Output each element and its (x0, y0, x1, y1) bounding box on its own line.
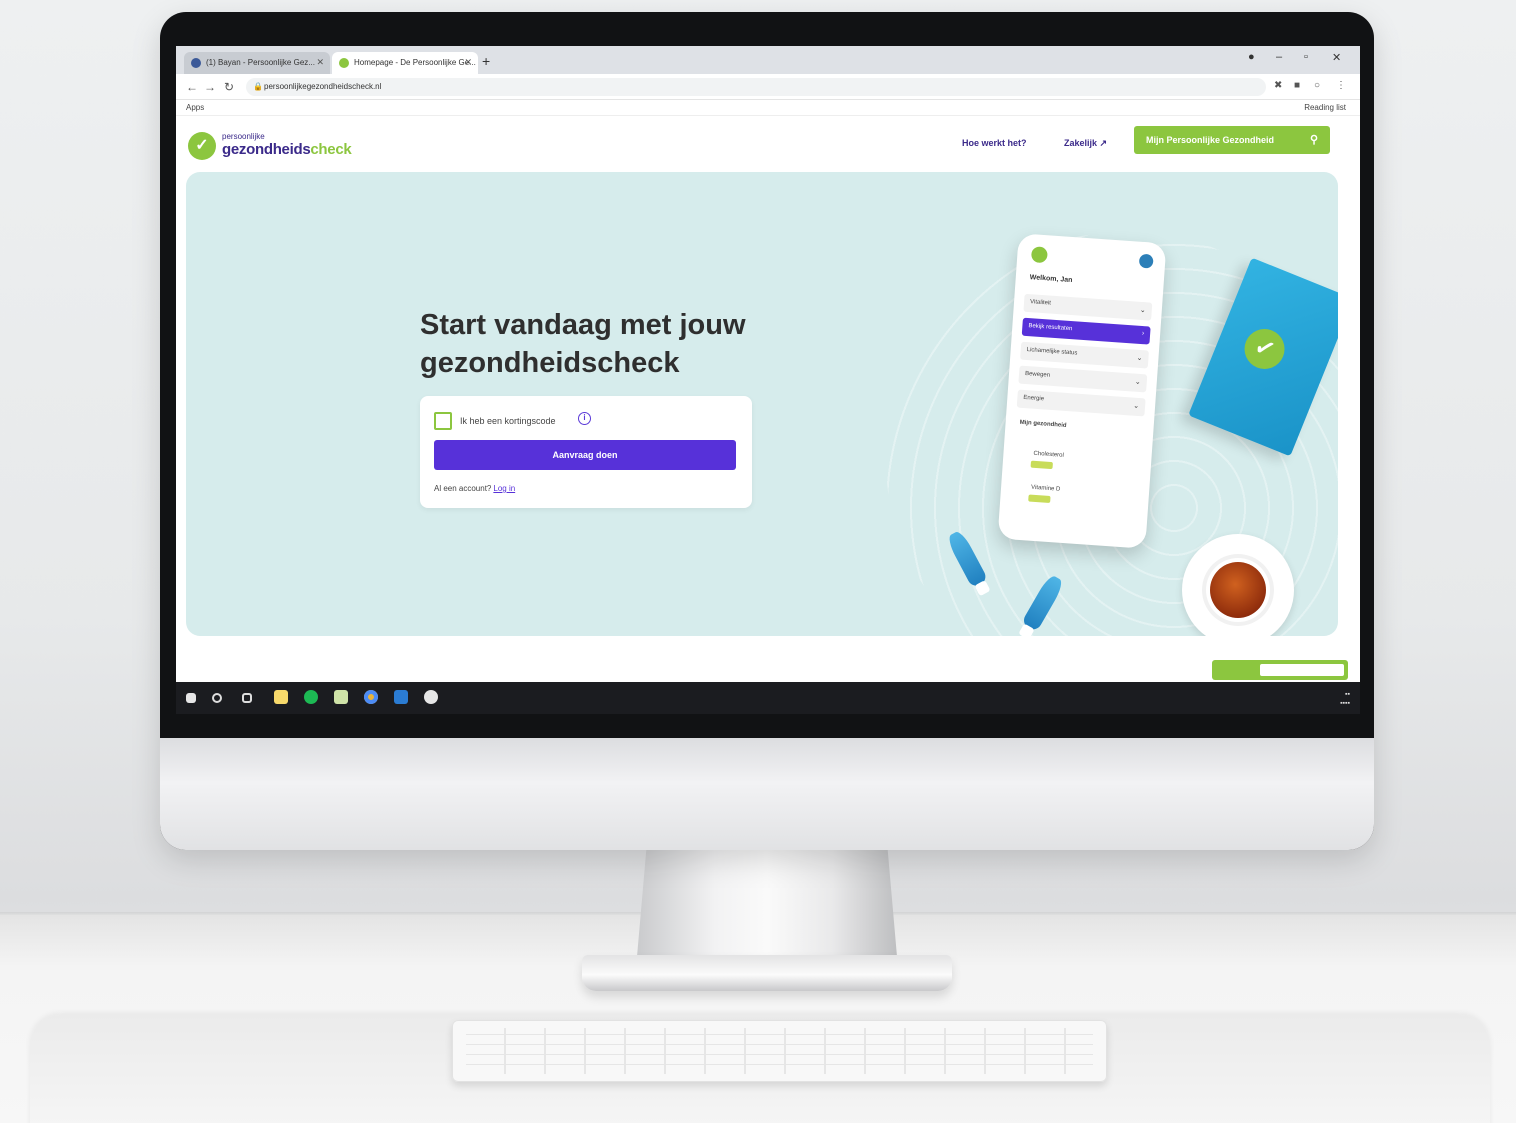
nav-link-business-label: Zakelijk (1064, 138, 1098, 148)
hero-headline-line-1: Start vandaag met jouw (420, 309, 746, 341)
chevron-right-icon: › (1141, 330, 1145, 338)
browser-tab-1[interactable]: (1) Bayan - Persoonlijke Gez... ✕ (184, 52, 330, 74)
account-prompt: Al een account? Log in (434, 484, 515, 493)
site-header: ✓ persoonlijke gezondheidscheck Hoe werk… (176, 116, 1360, 170)
cookie-widget[interactable] (1212, 660, 1348, 680)
close-window-icon[interactable]: ✕ (1332, 51, 1341, 64)
keyboard (452, 1020, 1107, 1082)
phone-row: Bewegen ⌄ (1018, 365, 1148, 393)
browser-toolbar: ← → ↻ 🔒 persoonlijkegezondheidscheck.nl … (176, 74, 1360, 100)
keyboard-keys (466, 1028, 1093, 1074)
reading-list[interactable]: Reading list (1304, 103, 1346, 112)
app-icon[interactable] (334, 690, 348, 704)
phone-welcome-title: Welkom, Jan (1029, 274, 1073, 285)
phone-mockup: Welkom, Jan Vitaliteit ⌄ Bekijk resultate… (997, 233, 1167, 549)
app-icon[interactable] (424, 690, 438, 704)
tab-favicon-icon (191, 58, 201, 68)
user-icon: ⚲ (1309, 134, 1318, 146)
nav-link-how-it-works[interactable]: Hoe werkt het? (962, 138, 1027, 148)
close-icon[interactable]: ✕ (316, 57, 324, 68)
back-icon[interactable]: ← (186, 80, 198, 94)
windows-start-icon[interactable] (186, 693, 196, 703)
task-view-icon[interactable] (242, 693, 252, 703)
hero-headline: Start vandaag met jouw gezondheidscheck (420, 306, 840, 382)
chevron-down-icon: ⌄ (1134, 378, 1141, 387)
discount-code-label[interactable]: Ik heb een kortingscode (460, 416, 556, 426)
outlook-icon[interactable] (394, 690, 408, 704)
browser-tab-2[interactable]: Homepage - De Persoonlijke Ge... ✕ (332, 52, 478, 74)
extension-icon[interactable]: ○ (1314, 80, 1320, 91)
chevron-down-icon: ⌄ (1139, 306, 1146, 315)
discount-code-checkbox[interactable] (434, 412, 452, 430)
extension-icon[interactable]: ✖ (1274, 80, 1282, 91)
address-bar[interactable]: 🔒 persoonlijkegezondheidscheck.nl (246, 78, 1266, 96)
browser-tab-bar: (1) Bayan - Persoonlijke Gez... ✕ Homepa… (176, 46, 1360, 74)
monitor-screen: (1) Bayan - Persoonlijke Gez... ✕ Homepa… (176, 46, 1360, 714)
maximize-icon[interactable]: ▫ (1304, 51, 1308, 63)
nav-link-business[interactable]: Zakelijk ↗ (1064, 138, 1107, 149)
reload-icon[interactable]: ↻ (224, 80, 234, 94)
external-link-icon: ↗ (1099, 138, 1108, 148)
phone-row-label: Bewegen (1024, 370, 1051, 379)
file-explorer-icon[interactable] (274, 690, 288, 704)
order-form-card: Ik heb een kortingscode i Aanvraag doen … (420, 396, 752, 508)
phone-row-label: Vitaliteit (1029, 299, 1052, 307)
chevron-down-icon: ⌄ (1132, 402, 1140, 411)
system-clock[interactable]: ▪▪ ▪▪▪▪ (1340, 690, 1350, 708)
chevron-down-icon: ⌄ (1136, 354, 1143, 363)
monitor-chin (160, 738, 1374, 850)
taskbar: ▪▪ ▪▪▪▪ (176, 682, 1360, 714)
hero-section: Start vandaag met jouw gezondheidscheck … (186, 172, 1338, 636)
menu-icon[interactable]: ⋮ (1336, 80, 1346, 91)
logo-text[interactable]: gezondheidscheck (222, 141, 352, 158)
extension-icon[interactable]: ■ (1294, 80, 1300, 91)
lock-icon: 🔒 (253, 82, 263, 91)
phone-avatar (1138, 253, 1154, 269)
account-icon[interactable]: ● (1248, 51, 1255, 63)
phone-row-label: Lichamelijke status (1026, 347, 1078, 357)
spotify-icon[interactable] (304, 690, 318, 704)
monitor-stand (636, 848, 898, 968)
phone-row-label: Energie (1023, 394, 1045, 403)
browser-tab-title: (1) Bayan - Persoonlijke Gez... (206, 58, 315, 67)
url-text: persoonlijkegezondheidscheck.nl (264, 82, 382, 91)
close-icon[interactable]: ✕ (464, 57, 472, 68)
bookmarks-bar: Apps Reading list (176, 100, 1360, 116)
check-icon: ✓ (1238, 322, 1291, 376)
logo-text-small: persoonlijke (222, 132, 265, 141)
phone-row: Vitaliteit ⌄ (1023, 293, 1153, 321)
phone-status-badge (1028, 494, 1051, 504)
phone-row: Energie ⌄ (1016, 389, 1146, 417)
info-icon[interactable]: i (578, 412, 591, 425)
chrome-icon[interactable] (364, 690, 378, 704)
logo-text-main: gezondheids (222, 141, 311, 158)
login-link[interactable]: Log in (493, 484, 515, 493)
minimize-icon[interactable]: – (1276, 51, 1282, 63)
tea (1210, 562, 1266, 618)
phone-section-title: Mijn gezondheid (1019, 419, 1067, 429)
search-icon[interactable] (212, 693, 222, 703)
logo-check-icon[interactable]: ✓ (188, 132, 216, 160)
phone-row: Lichamelijke status ⌄ (1020, 341, 1149, 369)
phone-status-badge (1030, 460, 1053, 470)
bookmark-apps[interactable]: Apps (186, 103, 204, 112)
logo-text-accent: check (310, 141, 352, 158)
browser-tab-title: Homepage - De Persoonlijke Ge... (354, 58, 476, 67)
phone-logo-icon (1030, 246, 1048, 264)
my-health-button[interactable]: Mijn Persoonlijke Gezondheid ⚲ (1134, 126, 1330, 154)
phone-item: Cholesterol (1033, 450, 1064, 459)
cookie-widget-field[interactable] (1260, 664, 1344, 676)
phone-row-label: Bekijk resultaten (1028, 323, 1073, 333)
phone-row-active: Bekijk resultaten › (1021, 317, 1151, 345)
hero-headline-line-2: gezondheidscheck (420, 347, 680, 379)
account-prompt-text: Al een account? (434, 484, 492, 493)
order-button[interactable]: Aanvraag doen (434, 440, 736, 470)
forward-icon[interactable]: → (204, 80, 216, 94)
my-health-button-label: Mijn Persoonlijke Gezondheid (1146, 135, 1275, 145)
phone-item: Vitamine D (1030, 484, 1061, 493)
monitor-stand-base (582, 955, 952, 991)
new-tab-button[interactable]: + (482, 54, 490, 68)
tab-favicon-icon (339, 58, 349, 68)
